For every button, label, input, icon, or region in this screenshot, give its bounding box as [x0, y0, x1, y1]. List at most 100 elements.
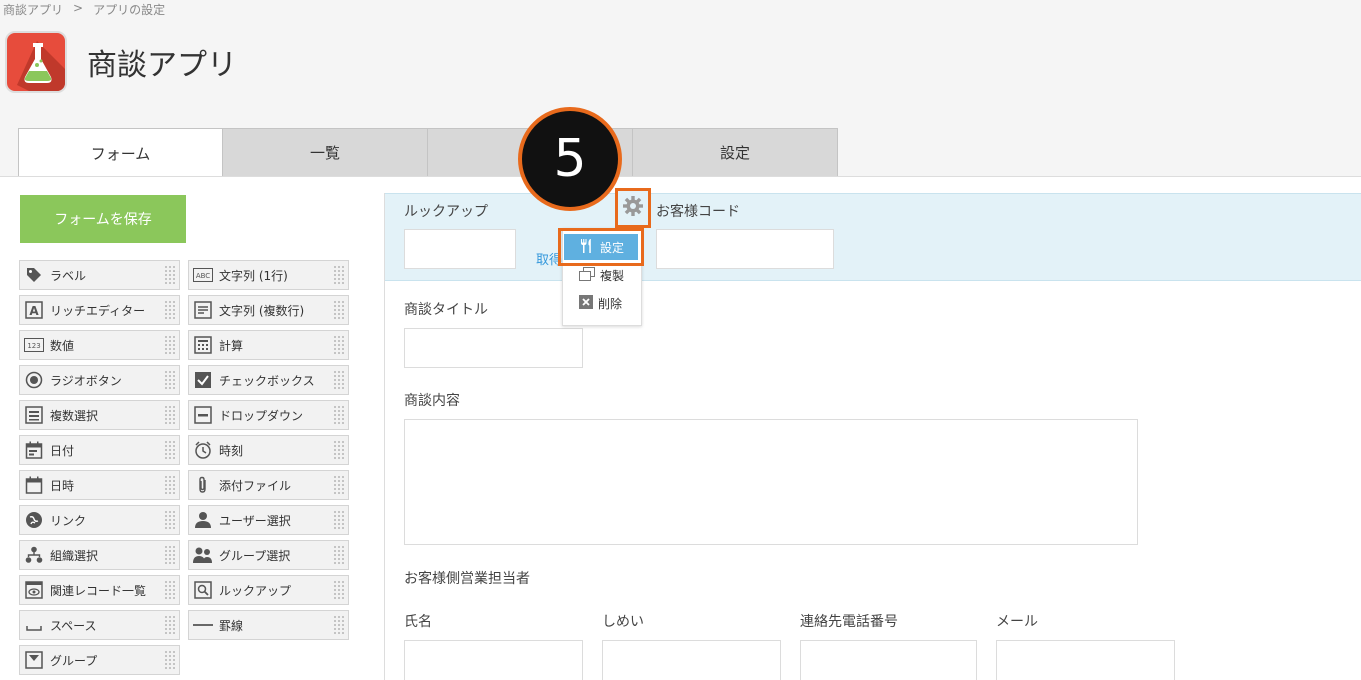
drag-handle[interactable]	[333, 545, 345, 565]
org-icon	[24, 545, 44, 565]
rich-editor-icon: A	[24, 300, 44, 320]
palette-item-label[interactable]: ラベル	[19, 260, 180, 290]
drag-handle[interactable]	[164, 405, 176, 425]
kana-input[interactable]	[602, 640, 781, 680]
palette-item-group-select[interactable]: グループ選択	[188, 540, 349, 570]
settings-tabs: フォーム 一覧 グ 設定	[18, 128, 838, 177]
palette-item-link[interactable]: リンク	[19, 505, 180, 535]
breadcrumb-separator: >	[73, 1, 84, 15]
name-label: 氏名	[404, 614, 432, 630]
form-editor: フォームを保存 ラベル ABC 文字列 (1行) A リッチエディター 文字列 …	[0, 176, 1361, 680]
clock-icon	[193, 440, 213, 460]
menu-item-settings[interactable]: 設定	[564, 234, 638, 260]
palette-item-datetime[interactable]: 日時	[19, 470, 180, 500]
kana-label: しめい	[602, 614, 644, 630]
drag-handle[interactable]	[333, 265, 345, 285]
gear-icon	[622, 195, 644, 221]
palette-item-user[interactable]: ユーザー選択	[188, 505, 349, 535]
palette-item-rich-editor[interactable]: A リッチエディター	[19, 295, 180, 325]
drag-handle[interactable]	[164, 440, 176, 460]
drag-handle[interactable]	[164, 545, 176, 565]
palette-item-calc[interactable]: 計算	[188, 330, 349, 360]
phone-input[interactable]	[800, 640, 977, 680]
app-title: 商談アプリ	[87, 48, 237, 83]
drag-handle[interactable]	[164, 650, 176, 670]
drag-handle[interactable]	[164, 335, 176, 355]
svg-text:ABC: ABC	[196, 272, 210, 280]
phone-label: 連絡先電話番号	[800, 614, 898, 630]
multiselect-icon	[24, 405, 44, 425]
lookup-input[interactable]	[404, 229, 516, 269]
customer-code-label: お客様コード	[656, 204, 740, 220]
duplicate-icon	[579, 266, 595, 284]
user-icon	[193, 510, 213, 530]
lookup-field-row: ルックアップ 取得 お客様コード	[385, 193, 1361, 281]
calc-icon	[193, 335, 213, 355]
lookup-icon	[193, 580, 213, 600]
tab-list[interactable]: 一覧	[223, 128, 428, 177]
breadcrumb-current: アプリの設定	[93, 3, 166, 17]
palette-item-space[interactable]: スペース	[19, 610, 180, 640]
label-icon	[24, 265, 44, 285]
group-field-icon	[24, 650, 44, 670]
checkbox-icon	[193, 370, 213, 390]
svg-text:A: A	[29, 304, 39, 318]
palette-item-time[interactable]: 時刻	[188, 435, 349, 465]
drag-handle[interactable]	[333, 615, 345, 635]
field-settings-gear-button[interactable]	[615, 188, 651, 228]
drag-handle[interactable]	[164, 615, 176, 635]
drag-handle[interactable]	[333, 300, 345, 320]
drag-handle[interactable]	[164, 475, 176, 495]
drag-handle[interactable]	[333, 335, 345, 355]
customer-code-input[interactable]	[656, 229, 834, 269]
palette-item-text-multi[interactable]: 文字列 (複数行)	[188, 295, 349, 325]
form-layout-area: ルックアップ 取得 お客様コード 商談タイトル 商談内容 お客様側営業担当者 氏…	[384, 193, 1361, 680]
palette-item-multiselect[interactable]: 複数選択	[19, 400, 180, 430]
email-label: メール	[996, 614, 1038, 630]
palette-item-number[interactable]: 123 数値	[19, 330, 180, 360]
palette-item-checkbox[interactable]: チェックボックス	[188, 365, 349, 395]
drag-handle[interactable]	[164, 510, 176, 530]
palette-item-attachment[interactable]: 添付ファイル	[188, 470, 349, 500]
drag-handle[interactable]	[164, 265, 176, 285]
palette-item-lookup[interactable]: ルックアップ	[188, 575, 349, 605]
step-number-badge: 5	[518, 107, 622, 211]
app-flask-icon	[5, 31, 67, 93]
lookup-label: ルックアップ	[404, 204, 488, 220]
palette-item-text-single[interactable]: ABC 文字列 (1行)	[188, 260, 349, 290]
name-input[interactable]	[404, 640, 583, 680]
tab-form[interactable]: フォーム	[18, 128, 223, 177]
drag-handle[interactable]	[164, 370, 176, 390]
drag-handle[interactable]	[333, 370, 345, 390]
drag-handle[interactable]	[333, 510, 345, 530]
date-icon	[24, 440, 44, 460]
palette-item-line[interactable]: 罫線	[188, 610, 349, 640]
tab-settings[interactable]: 設定	[633, 128, 838, 177]
link-icon	[24, 510, 44, 530]
palette-item-dropdown[interactable]: ドロップダウン	[188, 400, 349, 430]
attachment-icon	[193, 475, 213, 495]
palette-item-date[interactable]: 日付	[19, 435, 180, 465]
menu-item-delete[interactable]: 削除	[563, 289, 643, 317]
radio-icon	[24, 370, 44, 390]
drag-handle[interactable]	[333, 405, 345, 425]
number-icon: 123	[24, 335, 44, 355]
sales-contact-label: お客様側営業担当者	[404, 571, 530, 587]
related-records-icon	[24, 580, 44, 600]
palette-item-org[interactable]: 組織選択	[19, 540, 180, 570]
deal-content-textarea[interactable]	[404, 419, 1138, 545]
drag-handle[interactable]	[333, 475, 345, 495]
drag-handle[interactable]	[164, 300, 176, 320]
datetime-icon	[24, 475, 44, 495]
drag-handle[interactable]	[164, 580, 176, 600]
breadcrumb-home[interactable]: 商談アプリ	[3, 1, 63, 18]
drag-handle[interactable]	[333, 440, 345, 460]
deal-title-input[interactable]	[404, 328, 583, 368]
drag-handle[interactable]	[333, 580, 345, 600]
palette-item-radio[interactable]: ラジオボタン	[19, 365, 180, 395]
palette-item-related-records[interactable]: 関連レコード一覧	[19, 575, 180, 605]
save-form-button[interactable]: フォームを保存	[20, 195, 186, 243]
email-input[interactable]	[996, 640, 1175, 680]
palette-item-group[interactable]: グループ	[19, 645, 180, 675]
dropdown-icon	[193, 405, 213, 425]
